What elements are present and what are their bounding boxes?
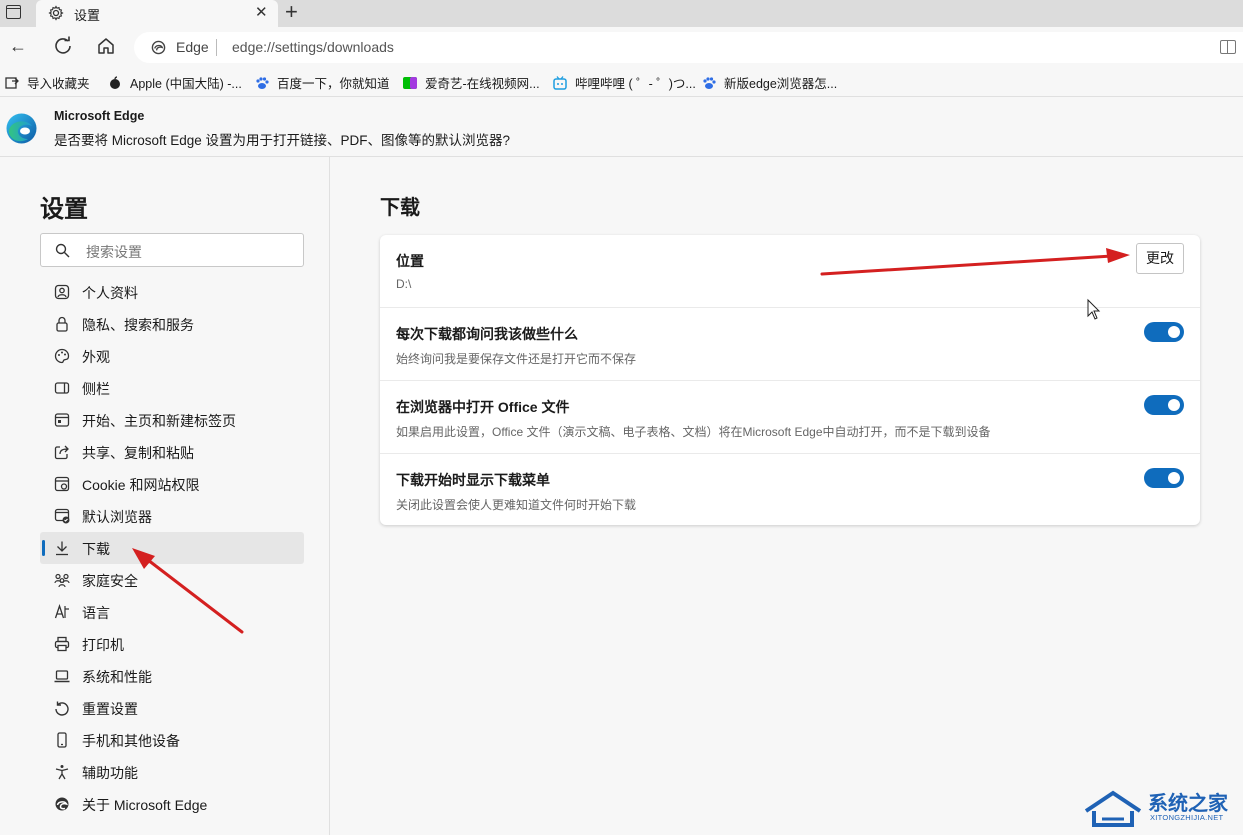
gear-icon xyxy=(48,5,64,21)
tab-title: 设置 xyxy=(74,8,101,23)
sidebar-item-downloads[interactable]: 下载 xyxy=(40,532,304,564)
edge-logo-icon xyxy=(6,113,37,144)
sidebar-item-printers[interactable]: 打印机 xyxy=(40,628,304,660)
bookmark-apple[interactable]: Apple (中国大陆) -... xyxy=(108,73,242,92)
laptop-icon xyxy=(54,670,70,683)
show-downloads-menu-toggle[interactable] xyxy=(1144,468,1184,488)
new-tab-icon[interactable]: + xyxy=(285,0,298,25)
site-label: Edge xyxy=(176,39,209,55)
lock-icon xyxy=(56,316,68,332)
cookie-icon xyxy=(54,476,70,492)
language-icon xyxy=(54,604,69,619)
favorites-bar: 导入收藏夹 Apple (中国大陆) -... 百度一下，你就知道 爱奇艺-在线… xyxy=(0,67,1243,95)
change-location-button[interactable]: 更改 xyxy=(1136,243,1184,274)
setting-title: 下载开始时显示下载菜单 xyxy=(396,472,550,488)
sidebar-icon xyxy=(54,382,70,394)
settings-sidebar: 设置 搜索设置 个人资料 隐私、搜索和服务 外观 侧栏 开始、主页和新建标签页 … xyxy=(0,157,330,835)
sidebar-item-appearance[interactable]: 外观 xyxy=(40,340,304,372)
ask-each-download-toggle[interactable] xyxy=(1144,322,1184,342)
bookmark-edge-howto[interactable]: 新版edge浏览器怎... xyxy=(702,73,837,92)
watermark-subtext: XITONGZHIJIA.NET xyxy=(1150,813,1224,822)
location-row: 位置 D:\ 更改 xyxy=(380,235,1200,308)
default-browser-icon xyxy=(54,508,70,524)
setting-description: 如果启用此设置，Office 文件（演示文稿、电子表格、文档）将在Microso… xyxy=(396,425,991,439)
sidebar-item-phone[interactable]: 手机和其他设备 xyxy=(40,724,304,756)
reset-icon xyxy=(55,701,69,716)
back-arrow-icon[interactable]: ← xyxy=(7,35,29,57)
page-title: 下载 xyxy=(380,197,420,219)
share-icon xyxy=(54,445,69,460)
sidebar-item-sidebar[interactable]: 侧栏 xyxy=(40,372,304,404)
sidebar-item-about[interactable]: 关于 Microsoft Edge xyxy=(40,788,304,820)
bookmark-import-favorites[interactable]: 导入收藏夹 xyxy=(5,73,90,92)
baidu-icon xyxy=(703,77,716,89)
house-logo-icon xyxy=(1084,790,1142,827)
tab-bar: 设置 ✕ + xyxy=(0,0,1243,27)
url-text[interactable]: edge://settings/downloads xyxy=(232,39,394,55)
address-bar[interactable]: Edge edge://settings/downloads xyxy=(134,32,1243,63)
setting-description: 始终询问我是要保存文件还是打开它而不保存 xyxy=(396,352,637,366)
family-icon xyxy=(54,573,70,588)
search-icon xyxy=(55,243,70,258)
home-tab-icon xyxy=(54,413,70,427)
accessibility-icon xyxy=(55,765,69,780)
infobar-title: Microsoft Edge xyxy=(54,109,145,123)
search-settings-input[interactable]: 搜索设置 xyxy=(40,233,304,267)
palette-icon xyxy=(54,348,70,364)
downloads-settings-card: 位置 D:\ 更改 每次下载都询问我该做些什么 始终询问我是要保存文件还是打开它… xyxy=(380,235,1200,525)
sidebar-item-default-browser[interactable]: 默认浏览器 xyxy=(40,500,304,532)
bookmark-bilibili[interactable]: 哔哩哔哩 ( ゜- ゜)つ... xyxy=(553,73,696,92)
sidebar-item-languages[interactable]: 语言 xyxy=(40,596,304,628)
bookmark-baidu[interactable]: 百度一下，你就知道 xyxy=(255,73,390,92)
watermark: 系统之家 XITONGZHIJIA.NET xyxy=(1080,785,1240,831)
tab-settings[interactable]: 设置 ✕ xyxy=(36,0,278,27)
setting-description: 关闭此设置会使人更难知道文件何时开始下载 xyxy=(396,498,637,512)
tab-actions-icon[interactable] xyxy=(6,5,21,19)
settings-title: 设置 xyxy=(40,196,88,223)
infobar-message: 是否要将 Microsoft Edge 设置为用于打开链接、PDF、图像等的默认… xyxy=(54,133,511,148)
refresh-icon[interactable] xyxy=(52,35,74,57)
edge-icon xyxy=(55,797,69,811)
setting-title: 每次下载都询问我该做些什么 xyxy=(396,326,578,342)
sidebar-item-accessibility[interactable]: 辅助功能 xyxy=(40,756,304,788)
sidebar-item-profiles[interactable]: 个人资料 xyxy=(40,276,304,308)
bilibili-icon xyxy=(553,76,567,90)
profile-icon xyxy=(54,284,70,300)
settings-nav: 个人资料 隐私、搜索和服务 外观 侧栏 开始、主页和新建标签页 共享、复制和粘贴… xyxy=(40,276,304,820)
address-divider xyxy=(216,39,217,56)
home-icon[interactable] xyxy=(95,35,117,57)
sidebar-item-cookies[interactable]: Cookie 和网站权限 xyxy=(40,468,304,500)
phone-icon xyxy=(57,732,67,748)
open-office-files-toggle[interactable] xyxy=(1144,395,1184,415)
sidebar-item-reset[interactable]: 重置设置 xyxy=(40,692,304,724)
sidebar-item-start-home[interactable]: 开始、主页和新建标签页 xyxy=(40,404,304,436)
sidebar-item-family[interactable]: 家庭安全 xyxy=(40,564,304,596)
open-office-files-row: 在浏览器中打开 Office 文件 如果启用此设置，Office 文件（演示文稿… xyxy=(380,381,1200,454)
location-title: 位置 xyxy=(396,253,424,269)
import-favorites-icon xyxy=(5,77,19,89)
close-tab-icon[interactable]: ✕ xyxy=(255,3,268,21)
setting-title: 在浏览器中打开 Office 文件 xyxy=(396,399,570,415)
default-browser-infobar: Microsoft Edge 是否要将 Microsoft Edge 设置为用于… xyxy=(0,96,1243,157)
sidebar-item-share-copy[interactable]: 共享、复制和粘贴 xyxy=(40,436,304,468)
sidebar-item-system[interactable]: 系统和性能 xyxy=(40,660,304,692)
address-toolbar: ← Edge edge://settings/downloads xyxy=(0,27,1243,67)
reading-view-icon[interactable] xyxy=(1220,40,1236,54)
location-path: D:\ xyxy=(396,277,412,291)
show-downloads-menu-row: 下载开始时显示下载菜单 关闭此设置会使人更难知道文件何时开始下载 xyxy=(380,454,1200,527)
baidu-icon xyxy=(256,77,269,89)
iqiyi-icon xyxy=(403,77,417,89)
download-icon xyxy=(56,541,68,556)
search-placeholder: 搜索设置 xyxy=(86,244,142,260)
sidebar-item-privacy[interactable]: 隐私、搜索和服务 xyxy=(40,308,304,340)
printer-icon xyxy=(54,636,70,652)
apple-icon xyxy=(110,76,120,89)
bookmark-iqiyi[interactable]: 爱奇艺-在线视频网... xyxy=(403,73,540,92)
ask-each-download-row: 每次下载都询问我该做些什么 始终询问我是要保存文件还是打开它而不保存 xyxy=(380,308,1200,381)
edge-site-icon xyxy=(151,40,166,55)
watermark-text: 系统之家 xyxy=(1148,793,1228,815)
